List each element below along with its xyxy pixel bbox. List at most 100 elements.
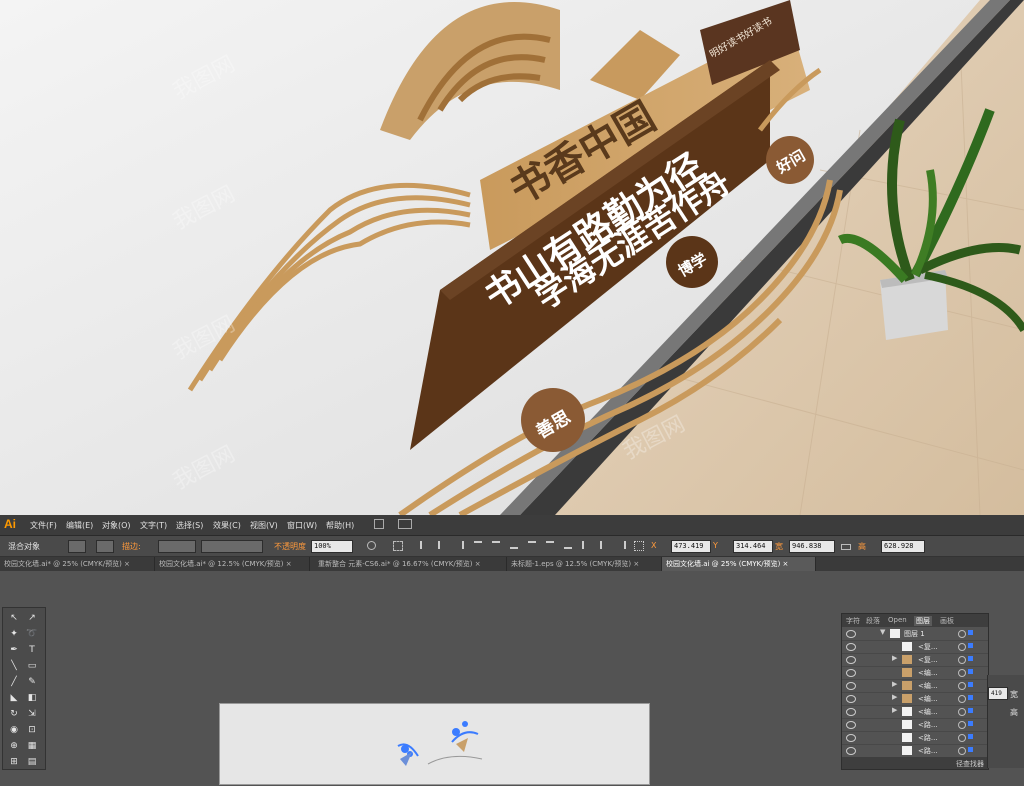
paintbrush-tool-icon[interactable]: ╱ [7,676,21,688]
menu-effect[interactable]: 效果(C) [213,520,241,531]
fill-swatch[interactable] [68,540,86,553]
tab-doc-3[interactable]: 重新整合 元素-CS6.ai* @ 16.67% (CMYK/预览) × [314,557,507,571]
distribute-center-icon[interactable] [600,541,608,549]
menu-edit[interactable]: 编辑(E) [66,520,93,531]
collapse-arrow-icon[interactable]: ▼ [880,628,885,636]
align-bottom-icon[interactable] [510,541,518,549]
align-to-icon[interactable] [393,541,403,551]
opacity-field[interactable]: 100% [311,540,353,553]
selection-indicator[interactable] [968,721,973,726]
selection-indicator[interactable] [968,695,973,700]
tab-doc-1[interactable]: 校园文化墙.ai* @ 25% (CMYK/预览) × [0,557,155,571]
tab-doc-2[interactable]: 校园文化墙.ai* @ 12.5% (CMYK/预览) × [155,557,310,571]
selection-indicator[interactable] [968,734,973,739]
distribute-left-icon[interactable] [582,541,590,549]
stroke-label[interactable]: 描边: [122,541,141,552]
target-icon[interactable] [958,695,966,703]
selection-indicator[interactable] [968,682,973,687]
close-icon[interactable]: × [633,560,639,568]
reference-point-icon[interactable] [634,541,644,551]
selection-indicator[interactable] [968,669,973,674]
line-tool-icon[interactable]: ╲ [7,660,21,672]
menu-file[interactable]: 文件(F) [30,520,57,531]
distribute-bottom-icon[interactable] [564,541,572,549]
stroke-swatch[interactable] [96,540,114,553]
sublayer-name[interactable]: <路... [918,746,938,756]
sublayer-name[interactable]: <路... [918,733,938,743]
tab-doc-4[interactable]: 未标题-1.eps @ 12.5% (CMYK/预览) × [507,557,662,571]
align-top-icon[interactable] [474,541,482,549]
opacity-label[interactable]: 不透明度 [274,541,306,552]
height-field[interactable]: 628.928 [881,540,925,553]
distribute-right-icon[interactable] [618,541,626,549]
menu-object[interactable]: 对象(O) [102,520,131,531]
sublayer-name[interactable]: <编... [918,681,938,691]
visibility-eye-icon[interactable] [846,721,856,729]
expand-arrow-icon[interactable]: ▶ [892,693,897,701]
warp-tool-icon[interactable]: ◉ [7,724,21,736]
align-right-icon[interactable] [456,541,464,549]
close-icon[interactable]: × [475,560,481,568]
visibility-eye-icon[interactable] [846,669,856,677]
menu-help[interactable]: 帮助(H) [326,520,354,531]
tab-artboards[interactable]: 画板 [940,616,954,626]
selection-indicator[interactable] [968,708,973,713]
selection-indicator[interactable] [968,630,973,635]
tab-opentype[interactable]: Open [888,616,907,624]
menu-type[interactable]: 文字(T) [140,520,167,531]
sublayer-name[interactable]: <路... [918,720,938,730]
link-proportions-icon[interactable] [841,544,851,550]
x-field[interactable]: 473.419 [671,540,711,553]
magic-wand-tool-icon[interactable]: ✦ [7,628,21,640]
layer-row[interactable]: ▼ 图层 1 [842,627,988,641]
align-center-icon[interactable] [438,541,446,549]
selection-tool-icon[interactable]: ↖ [7,612,21,624]
tab-paragraph[interactable]: 段落 [866,616,880,626]
sublayer-row[interactable]: <路... [842,731,988,745]
transform-x-field[interactable]: 419 [988,687,1008,700]
direct-selection-tool-icon[interactable]: ↗ [25,612,39,624]
sublayer-row[interactable]: ▶ <编... [842,705,988,719]
target-icon[interactable] [958,630,966,638]
free-transform-tool-icon[interactable]: ⊡ [25,724,39,736]
visibility-eye-icon[interactable] [846,747,856,755]
brush-definition-field[interactable] [201,540,263,553]
sublayer-name[interactable]: <复... [918,655,938,665]
distribute-top-icon[interactable] [528,541,536,549]
menu-view[interactable]: 视图(V) [250,520,278,531]
close-icon[interactable]: × [286,560,292,568]
blob-brush-tool-icon[interactable]: ◣ [7,692,21,704]
expand-arrow-icon[interactable]: ▶ [892,654,897,662]
target-icon[interactable] [958,643,966,651]
arrange-documents-icon[interactable] [398,519,412,529]
sublayer-name[interactable]: <复... [918,642,938,652]
target-icon[interactable] [958,734,966,742]
target-icon[interactable] [958,656,966,664]
menu-select[interactable]: 选择(S) [176,520,203,531]
visibility-eye-icon[interactable] [846,630,856,638]
target-icon[interactable] [958,682,966,690]
visibility-eye-icon[interactable] [846,656,856,664]
rotate-tool-icon[interactable]: ↻ [7,708,21,720]
scale-tool-icon[interactable]: ⇲ [25,708,39,720]
sublayer-row[interactable]: <编... [842,666,988,680]
sublayer-row[interactable]: <复... [842,640,988,654]
target-icon[interactable] [958,708,966,716]
sublayer-name[interactable]: <编... [918,668,938,678]
sublayer-row[interactable]: <路... [842,744,988,758]
visibility-eye-icon[interactable] [846,734,856,742]
distribute-middle-icon[interactable] [546,541,554,549]
tab-character[interactable]: 字符 [846,616,860,626]
pencil-tool-icon[interactable]: ✎ [25,676,39,688]
recolor-icon[interactable] [367,541,376,550]
visibility-eye-icon[interactable] [846,695,856,703]
stroke-weight-field[interactable] [158,540,196,553]
menu-window[interactable]: 窗口(W) [287,520,317,531]
perspective-grid-tool-icon[interactable]: ▦ [25,740,39,752]
selection-indicator[interactable] [968,656,973,661]
close-icon[interactable]: × [783,560,789,568]
sublayer-row[interactable]: ▶ <编... [842,679,988,693]
visibility-eye-icon[interactable] [846,708,856,716]
expand-arrow-icon[interactable]: ▶ [892,706,897,714]
tab-layers[interactable]: 图层 [914,616,932,626]
